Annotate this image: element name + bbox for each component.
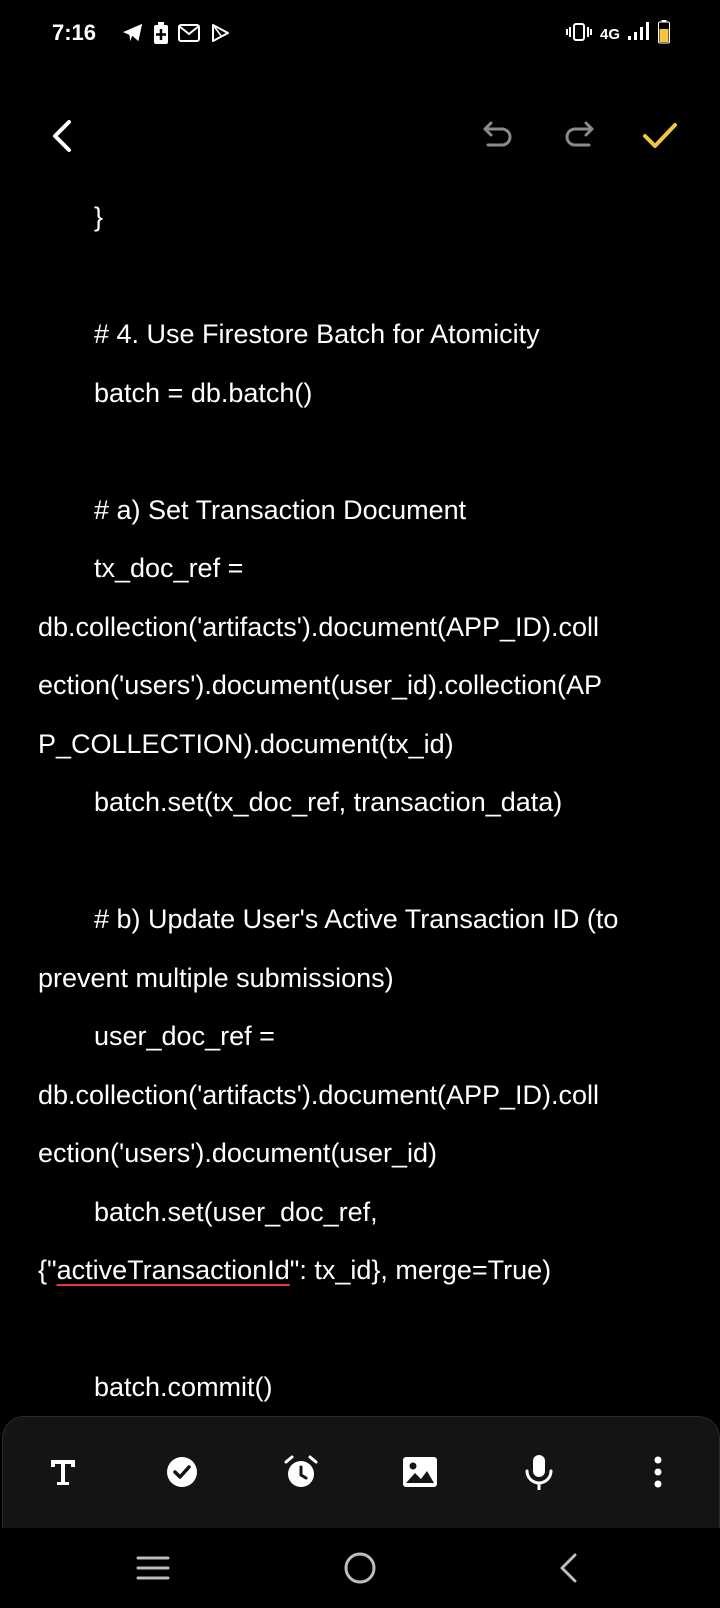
- menu-icon: [136, 1556, 170, 1580]
- status-time: 7:16: [52, 20, 97, 45]
- code-line: ection('users').document(user_id): [38, 1138, 437, 1168]
- text-format-button[interactable]: [38, 1447, 88, 1497]
- code-line: P_COLLECTION).document(tx_id): [38, 728, 454, 759]
- network-type: 4G: [599, 26, 620, 43]
- top-toolbar: [0, 100, 720, 180]
- code-line: db.collection('artifacts').document(APP_…: [38, 1079, 600, 1110]
- back-icon: [560, 1553, 577, 1583]
- code-line: tx_doc_ref =: [94, 553, 244, 583]
- code-line: prevent multiple submissions): [38, 962, 394, 993]
- code-line: batch.set(user_doc_ref,: [94, 1196, 378, 1227]
- reminder-button[interactable]: [276, 1447, 326, 1497]
- checklist-icon: [167, 1457, 197, 1487]
- code-line: user_doc_ref =: [94, 1021, 275, 1051]
- note-editor[interactable]: } # 4. Use Firestore Batch for Atomicity…: [38, 188, 678, 1403]
- battery-icon: [658, 20, 670, 49]
- code-line: ection('users').document(user_id).collec…: [38, 670, 603, 700]
- code-line: db.collection('artifacts').document(APP_…: [38, 611, 600, 642]
- alarm-icon: [284, 1455, 318, 1487]
- telegram-icon: [122, 23, 144, 48]
- recent-apps-button[interactable]: [128, 1548, 178, 1588]
- gmail-icon: [178, 24, 200, 47]
- merge-prefix: {": [38, 1255, 57, 1285]
- text-format-icon: [51, 1460, 75, 1485]
- voice-button[interactable]: [514, 1447, 564, 1497]
- check-icon: [643, 123, 677, 148]
- code-line: # a) Set Transaction Document: [94, 494, 467, 525]
- merge-suffix: ": tx_id}, merge=True): [289, 1255, 552, 1285]
- nav-back-button[interactable]: [544, 1544, 592, 1592]
- code-line: }: [94, 202, 104, 232]
- code-line: # 4. Use Firestore Batch for Atomicity: [94, 319, 540, 349]
- vibrate-icon: [565, 23, 592, 46]
- signal-icon: [628, 22, 650, 47]
- code-line: batch.set(tx_doc_ref, transaction_data): [94, 787, 563, 817]
- undo-button[interactable]: [474, 112, 522, 160]
- image-button[interactable]: [395, 1447, 445, 1497]
- code-line-merge: {"activeTransactionId": tx_id}, merge=Tr…: [38, 1241, 678, 1300]
- misspelled-word[interactable]: activeTransactionId: [57, 1255, 290, 1285]
- home-button[interactable]: [336, 1544, 384, 1592]
- more-options-button[interactable]: [633, 1447, 683, 1497]
- more-vertical-icon: [654, 1456, 662, 1488]
- status-bar: 7:16 4G: [0, 0, 720, 70]
- checklist-button[interactable]: [157, 1447, 207, 1497]
- battery-saver-icon: [154, 22, 168, 49]
- home-icon: [344, 1552, 376, 1584]
- code-line: batch.commit(): [94, 1372, 273, 1402]
- status-right: 4G: [565, 20, 670, 49]
- play-icon: [210, 23, 230, 48]
- chevron-left-icon: [53, 120, 71, 152]
- system-nav-bar: [0, 1528, 720, 1608]
- redo-icon: [565, 121, 594, 147]
- image-icon: [403, 1457, 437, 1487]
- code-line: # b) Update User's Active Transaction ID…: [94, 904, 619, 934]
- save-button[interactable]: [636, 112, 684, 160]
- code-line: batch = db.batch(): [94, 377, 313, 408]
- mic-icon: [525, 1455, 553, 1490]
- bottom-toolbar: [2, 1416, 720, 1529]
- undo-icon: [483, 121, 512, 147]
- back-button[interactable]: [40, 114, 84, 158]
- redo-button[interactable]: [555, 112, 603, 160]
- status-left-icons: [122, 22, 230, 49]
